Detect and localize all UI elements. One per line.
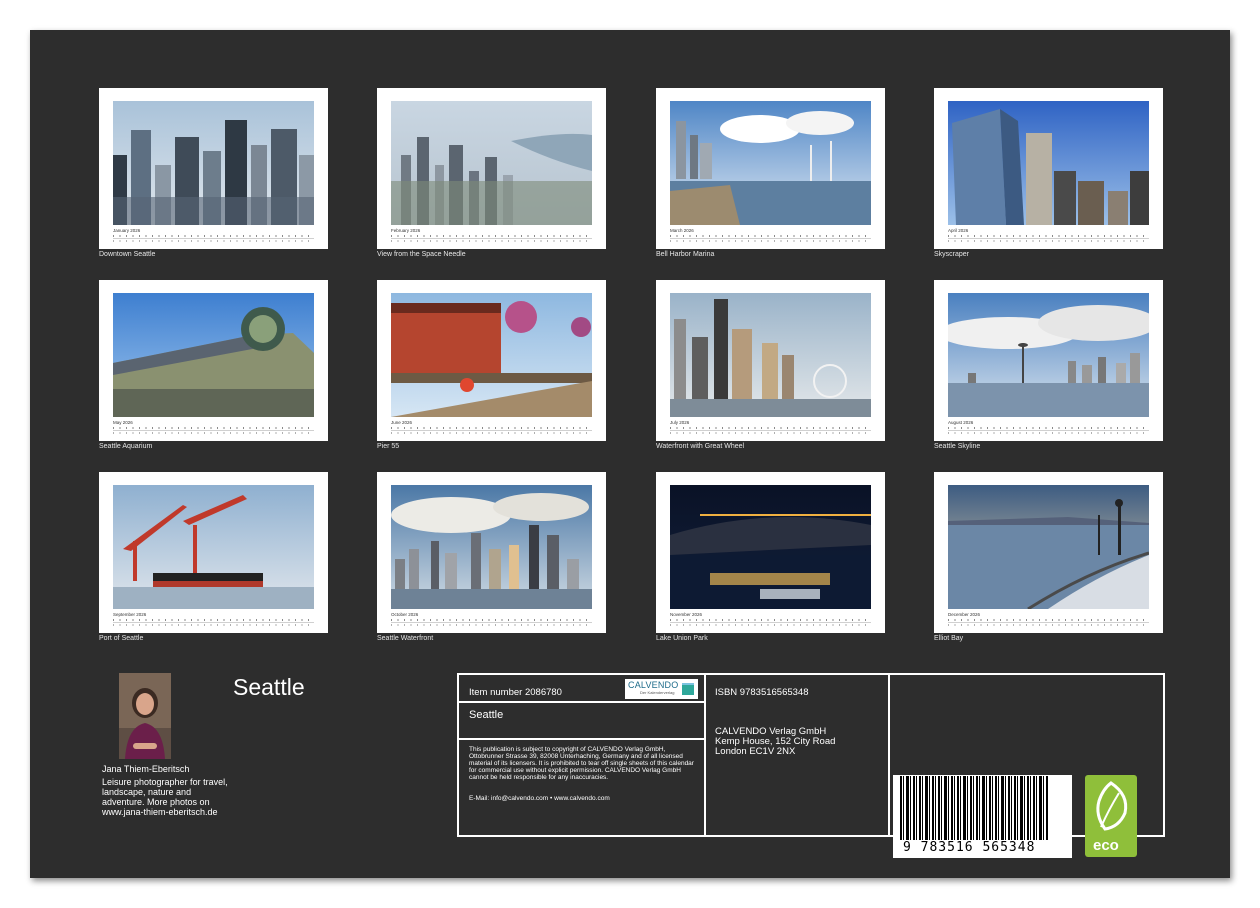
month-name: June 2026: [391, 420, 413, 425]
month-name: January 2026: [113, 228, 141, 233]
month-photo: [670, 101, 871, 225]
month-name: November 2026: [670, 612, 703, 617]
month-card: February 2026: [377, 88, 606, 249]
month-caption: Pier 55: [377, 443, 400, 450]
isbn: ISBN 9783516565348: [715, 687, 809, 698]
month-photo: [948, 485, 1149, 609]
month-day-grid: [391, 427, 592, 435]
month-card: December 2026: [934, 472, 1163, 633]
month-photo: [113, 101, 314, 225]
logo-tagline: Der Kalenderverlag: [640, 690, 675, 695]
month-photo: [948, 293, 1149, 417]
calendar-title: Seattle: [233, 674, 305, 700]
month-card: April 2026: [934, 88, 1163, 249]
month-caption: Bell Harbor Marina: [656, 251, 715, 258]
month-name: December 2026: [948, 612, 981, 617]
month-day-grid: [391, 619, 592, 627]
month-caption: Lake Union Park: [656, 635, 708, 642]
calvendo-logo: CALVENDO Der Kalenderverlag: [625, 679, 698, 699]
month-card: October 2026: [377, 472, 606, 633]
month-name: July 2026: [670, 420, 690, 425]
month-photo: [670, 293, 871, 417]
month-photo: [391, 101, 592, 225]
item-number: Item number 2086780: [469, 687, 562, 698]
month-name: October 2026: [391, 612, 419, 617]
month-name: February 2026: [391, 228, 421, 233]
month-caption: View from the Space Needle: [377, 251, 466, 258]
month-day-grid: [113, 235, 314, 243]
publisher-line: London EC1V 2NX: [715, 746, 796, 757]
month-day-grid: [948, 427, 1149, 435]
calendar-back-cover: January 2026 Downtown Seattle February 2…: [30, 30, 1230, 878]
month-card: July 2026: [656, 280, 885, 441]
publisher-info-box: Item number 2086780 CALVENDO Der Kalende…: [457, 673, 1165, 858]
calendar-subtitle: Seattle: [469, 709, 504, 721]
month-photo: [670, 485, 871, 609]
month-caption: Elliot Bay: [934, 635, 964, 642]
month-name: March 2026: [670, 228, 694, 233]
divider: [459, 738, 706, 740]
month-caption: Port of Seattle: [99, 635, 144, 642]
copyright-notice: This publication is subject to copyright…: [469, 746, 694, 781]
barcode: 9 783516 565348: [893, 775, 1072, 858]
month-caption: Seattle Aquarium: [99, 443, 153, 450]
month-caption: Downtown Seattle: [99, 251, 156, 258]
month-day-grid: [113, 427, 314, 435]
month-photo: [391, 485, 592, 609]
month-day-grid: [948, 619, 1149, 627]
month-name: April 2026: [948, 228, 969, 233]
month-photo: [948, 101, 1149, 225]
month-day-grid: [391, 235, 592, 243]
author-bio: Leisure photographer for travel, landsca…: [102, 777, 228, 817]
month-card: May 2026: [99, 280, 328, 441]
publisher-address: CALVENDO Verlag GmbH Kemp House, 152 Cit…: [715, 727, 835, 757]
month-day-grid: [670, 427, 871, 435]
logo-mark-icon: [682, 683, 694, 695]
month-caption: Skyscraper: [934, 251, 970, 258]
month-card: January 2026: [99, 88, 328, 249]
month-card: June 2026: [377, 280, 606, 441]
contact-line: E-Mail: info@calvendo.com • www.calvendo…: [469, 795, 610, 802]
month-card: March 2026: [656, 88, 885, 249]
barcode-digits: 9 783516 565348: [903, 840, 1036, 855]
month-photo: [113, 293, 314, 417]
month-name: September 2026: [113, 612, 147, 617]
eco-text: eco: [1093, 837, 1119, 854]
author-name: Jana Thiem-Eberitsch: [102, 764, 190, 774]
month-card: September 2026: [99, 472, 328, 633]
leaf-icon: [1096, 781, 1128, 831]
month-day-grid: [670, 619, 871, 627]
month-name: August 2026: [948, 420, 974, 425]
author-portrait: [119, 673, 171, 759]
eco-label: eco: [1085, 775, 1137, 857]
month-name: May 2026: [113, 420, 133, 425]
month-caption: Seattle Skyline: [934, 443, 981, 450]
month-card: August 2026: [934, 280, 1163, 441]
logo-word: CALVENDO: [628, 680, 679, 690]
barcode-bars: [900, 776, 1048, 840]
month-day-grid: [948, 235, 1149, 243]
month-day-grid: [670, 235, 871, 243]
month-photo: [391, 293, 592, 417]
month-caption: Seattle Waterfront: [377, 635, 434, 642]
divider: [459, 701, 706, 703]
month-caption: Waterfront with Great Wheel: [656, 443, 745, 450]
month-card: November 2026: [656, 472, 885, 633]
month-photo: [113, 485, 314, 609]
month-day-grid: [113, 619, 314, 627]
